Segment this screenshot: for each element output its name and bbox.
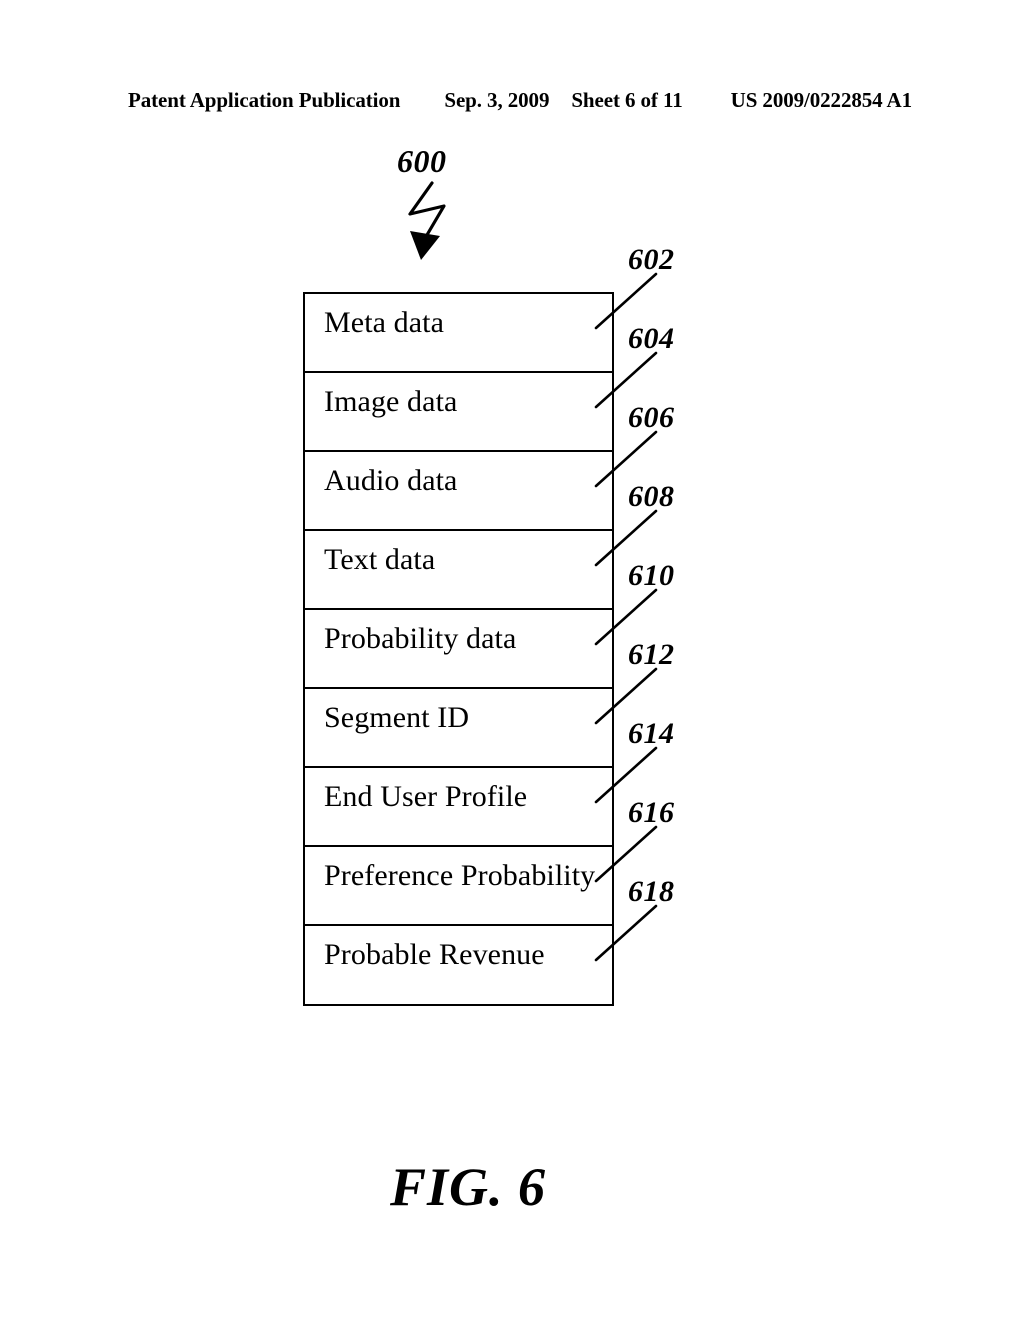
block-row: Preference Probability: [305, 847, 612, 926]
block-row-label: End User Profile: [324, 780, 528, 813]
reference-numeral-616: 616: [628, 796, 675, 829]
block-row-label: Probability data: [324, 622, 517, 655]
block-row: Image data: [305, 373, 612, 452]
diagram-reference-numeral-600: 600: [397, 143, 447, 179]
block-row: Audio data: [305, 452, 612, 531]
reference-numeral-604: 604: [628, 322, 675, 355]
reference-numeral-610: 610: [628, 559, 675, 592]
block-row-label: Segment ID: [324, 701, 470, 734]
figure-caption: FIG. 6: [390, 1157, 547, 1217]
reference-numeral-612: 612: [628, 638, 675, 671]
block-row: Meta data: [305, 294, 612, 373]
leader-line-600: [408, 181, 446, 260]
block-row-label: Preference Probability: [324, 859, 596, 892]
reference-numeral-618: 618: [628, 875, 675, 908]
reference-numeral-614: 614: [628, 717, 675, 750]
data-structure-block-stack: Meta data Image data Audio data Text data Pr…: [303, 292, 614, 1006]
block-row: End User Profile: [305, 768, 612, 847]
block-row: Probability data: [305, 610, 612, 689]
block-row-label: Meta data: [324, 306, 445, 339]
block-row: Probable Revenue: [305, 926, 612, 1004]
block-row-label: Image data: [324, 385, 458, 418]
block-row: Segment ID: [305, 689, 612, 768]
reference-numeral-602: 602: [628, 243, 675, 276]
block-row-label: Probable Revenue: [324, 938, 545, 971]
block-row-label: Text data: [324, 543, 436, 576]
reference-numeral-606: 606: [628, 401, 675, 434]
reference-numeral-608: 608: [628, 480, 675, 513]
block-row: Text data: [305, 531, 612, 610]
block-row-label: Audio data: [324, 464, 458, 497]
figure-600: 600 Meta data Image data Audio data Text da…: [0, 0, 1024, 1320]
